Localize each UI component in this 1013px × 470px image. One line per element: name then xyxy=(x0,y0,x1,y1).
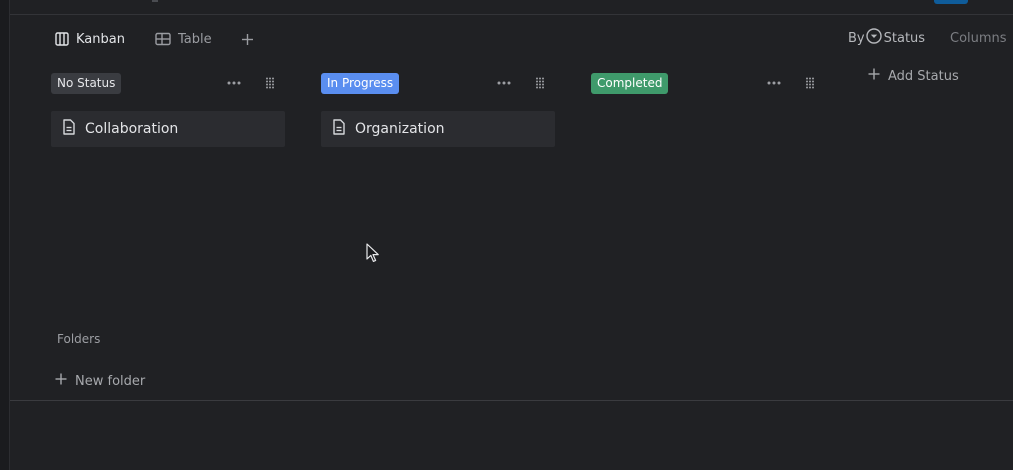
table-icon xyxy=(155,32,171,46)
kanban-card[interactable]: Organization xyxy=(321,111,555,147)
new-folder-label: New folder xyxy=(75,373,146,389)
drag-handle-icon[interactable] xyxy=(802,75,818,91)
add-status-button[interactable]: Add Status xyxy=(868,66,959,86)
plus-icon xyxy=(241,33,254,46)
column-more-icon[interactable] xyxy=(494,75,514,91)
header-divider xyxy=(10,14,1013,15)
top-primary-button[interactable] xyxy=(934,0,968,4)
card-title: Collaboration xyxy=(85,121,179,137)
status-badge[interactable]: Completed xyxy=(591,72,669,94)
column-header-in-progress: In Progress xyxy=(321,71,400,95)
document-icon xyxy=(62,119,76,139)
plus-icon xyxy=(55,373,67,389)
top-divider-mark xyxy=(152,0,158,2)
document-icon xyxy=(332,119,346,139)
column-more-icon[interactable] xyxy=(764,75,784,91)
tab-kanban-label: Kanban xyxy=(76,31,125,47)
column-more-icon[interactable] xyxy=(224,75,244,91)
drag-handle-icon[interactable] xyxy=(262,75,278,91)
add-view-button[interactable] xyxy=(241,28,254,50)
column-header-completed: Completed xyxy=(591,71,669,95)
group-by-control[interactable]: By Status xyxy=(848,28,925,48)
column-header-no-status: No Status xyxy=(51,71,122,95)
left-edge-panel xyxy=(0,0,10,470)
card-title: Organization xyxy=(355,121,445,137)
status-badge[interactable]: In Progress xyxy=(321,72,400,94)
mouse-cursor-icon xyxy=(366,243,380,267)
status-dropdown-icon xyxy=(865,28,882,48)
columns-button[interactable]: Columns xyxy=(950,28,1007,48)
tab-table[interactable]: Table xyxy=(155,28,212,50)
kanban-icon xyxy=(55,32,69,46)
kanban-card[interactable]: Collaboration xyxy=(51,111,285,147)
group-by-label: By xyxy=(848,30,865,46)
group-by-field: Status xyxy=(883,30,926,46)
columns-label: Columns xyxy=(950,30,1007,46)
section-divider xyxy=(10,400,1013,401)
new-folder-button[interactable]: New folder xyxy=(55,371,145,391)
plus-icon xyxy=(868,68,880,84)
tab-table-label: Table xyxy=(178,31,212,47)
folders-heading: Folders xyxy=(57,332,101,346)
status-badge[interactable]: No Status xyxy=(51,72,122,94)
add-status-label: Add Status xyxy=(888,68,959,84)
tab-kanban[interactable]: Kanban xyxy=(55,28,125,50)
drag-handle-icon[interactable] xyxy=(532,75,548,91)
